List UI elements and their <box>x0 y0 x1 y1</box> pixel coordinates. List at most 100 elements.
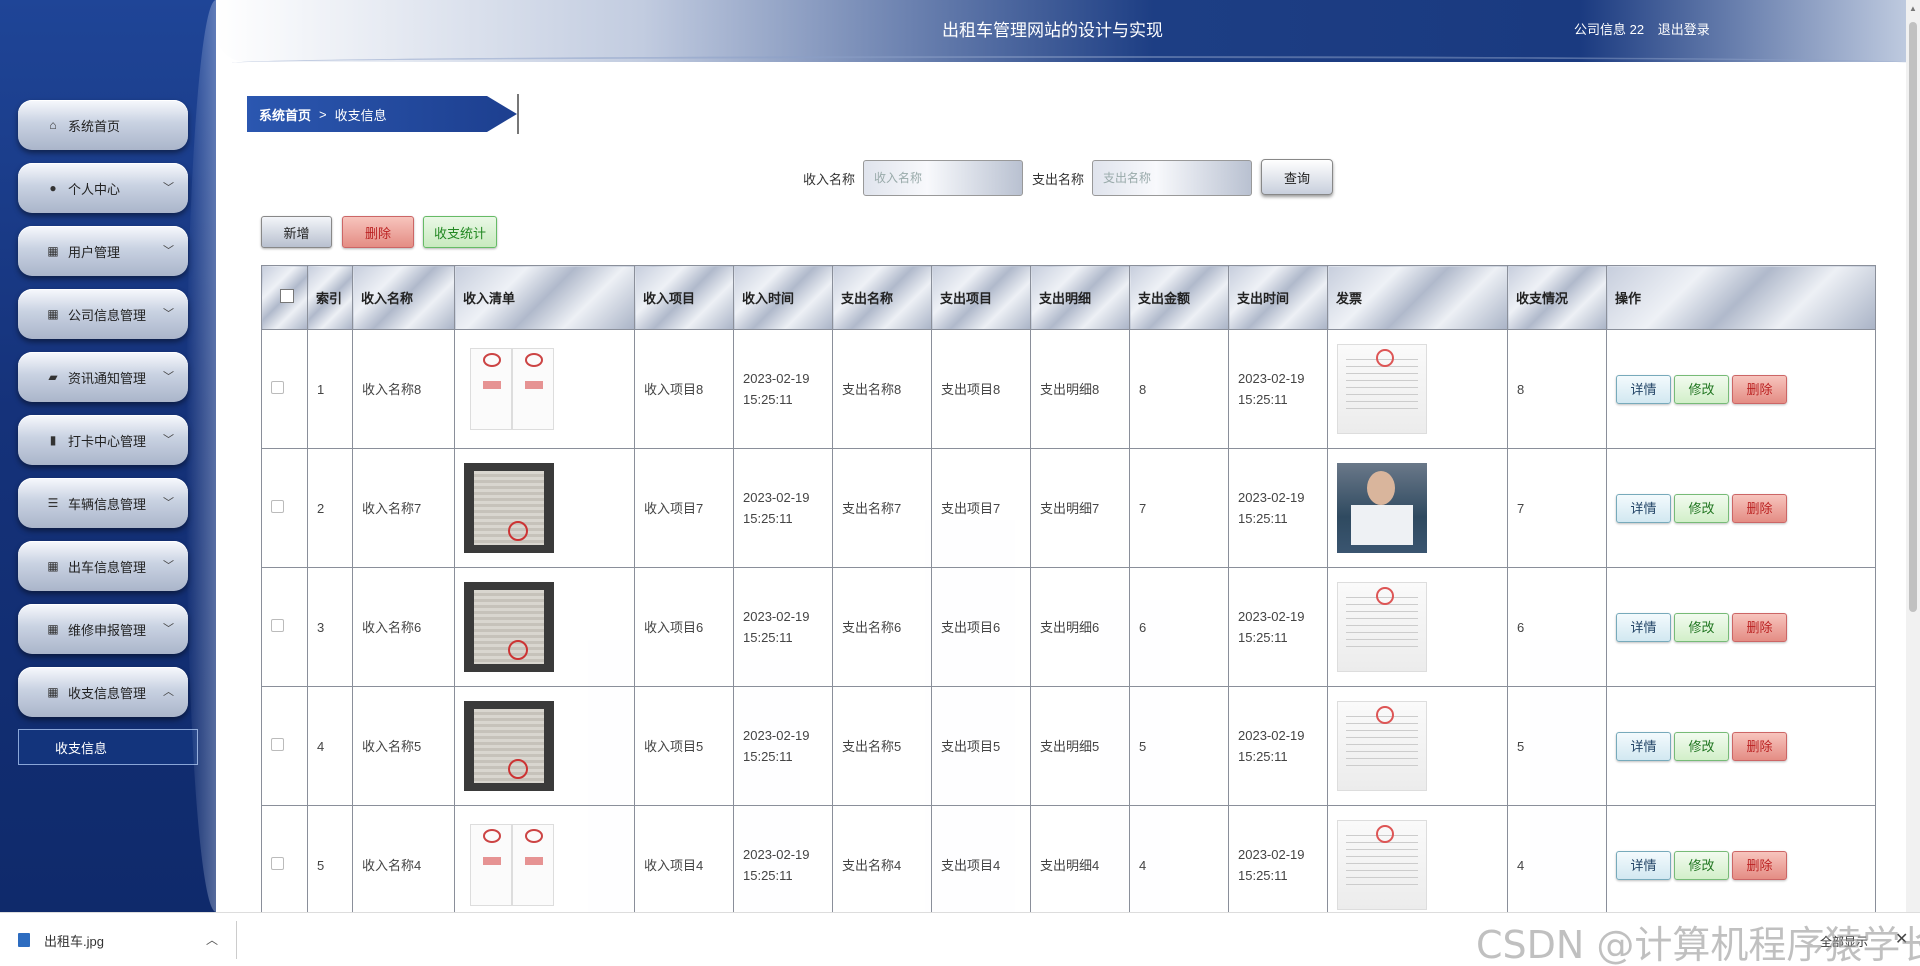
invoice-cell <box>1327 805 1508 913</box>
edit-button[interactable]: 修改 <box>1674 493 1729 523</box>
row-checkbox[interactable] <box>271 618 284 632</box>
select-all-checkbox[interactable] <box>280 289 294 303</box>
cell-expense-name: 支出名称4 <box>832 805 932 913</box>
cell-expense-time: 2023-02-19 15:25:11 <box>1228 567 1328 687</box>
income-list-cell <box>454 329 635 449</box>
cell-income-item: 收入项目7 <box>634 448 734 568</box>
expense-name-input[interactable] <box>1092 160 1252 196</box>
delete-button[interactable]: 删除 <box>1732 612 1787 642</box>
watermark: CSDN @计算机程序猿学长 <box>1476 923 1920 966</box>
sidebar-item-label: 收支信息管理 <box>68 685 147 701</box>
cell-income-time: 2023-02-19 15:25:11 <box>733 567 833 687</box>
sidebar-item-6[interactable]: ☰ 车辆信息管理 ﹀ <box>18 478 188 528</box>
invoice-cell <box>1327 329 1508 449</box>
vertical-scrollbar[interactable]: ▲ <box>1906 0 1920 912</box>
download-item[interactable]: 出租车.jpg <box>18 927 104 953</box>
row-checkbox[interactable] <box>271 737 284 751</box>
column-header: 支出项目 <box>931 265 1031 330</box>
cell-income-item: 收入项目6 <box>634 567 734 687</box>
cell-income-time: 2023-02-19 15:25:11 <box>733 448 833 568</box>
cell-expense-detail: 支出明细5 <box>1030 686 1130 806</box>
delete-button[interactable]: 删除 <box>1732 374 1787 404</box>
income-list-cell <box>454 448 635 568</box>
income-name-input[interactable] <box>863 160 1023 196</box>
edit-button[interactable]: 修改 <box>1674 612 1729 642</box>
receipt-image[interactable] <box>464 701 554 791</box>
chevron-up-icon[interactable]: ︿ <box>206 931 218 948</box>
batch-delete-button[interactable]: 删除 <box>342 216 414 248</box>
table-header-row: 索引 收入名称 收入清单 收入项目 收入时间 支出名称 支出项目 支出明细 支出金额 支出时间 发票… <box>261 265 1876 330</box>
scroll-up-arrow-icon[interactable]: ▲ <box>1909 4 1917 13</box>
grid-icon: ▦ <box>47 559 59 573</box>
detail-button[interactable]: 详情 <box>1616 374 1671 404</box>
invoice-photo-image[interactable] <box>1337 463 1427 553</box>
header-wave-line <box>232 56 1912 70</box>
sidebar-item-9[interactable]: ▦ 收支信息管理 ︿ <box>18 667 188 717</box>
column-header: 支出明细 <box>1030 265 1130 330</box>
submenu-item-income-expense[interactable]: 收支信息 <box>18 729 198 765</box>
chevron-down-icon: ﹀ <box>163 623 174 635</box>
row-checkbox[interactable] <box>271 499 284 513</box>
cell-expense-amount: 6 <box>1129 567 1229 687</box>
chevron-up-icon: ︿ <box>163 686 174 698</box>
cell-income-time: 2023-02-19 15:25:11 <box>733 805 833 913</box>
column-header: 收入项目 <box>634 265 734 330</box>
invoice-cell <box>1327 448 1508 568</box>
cell-income-name: 收入名称8 <box>352 329 455 449</box>
chevron-down-icon: ﹀ <box>163 182 174 194</box>
sidebar-item-8[interactable]: ▦ 维修申报管理 ﹀ <box>18 604 188 654</box>
row-select-cell <box>261 805 308 913</box>
receipt-image[interactable] <box>464 463 554 553</box>
sidebar-item-label: 公司信息管理 <box>68 307 147 323</box>
cell-income-name: 收入名称7 <box>352 448 455 568</box>
cell-expense-item: 支出项目7 <box>931 448 1031 568</box>
add-button[interactable]: 新增 <box>261 216 332 248</box>
receipt-image[interactable] <box>464 820 560 910</box>
sidebar-item-label: 维修申报管理 <box>68 622 147 638</box>
logout-link[interactable]: 退出登录 <box>1658 22 1710 37</box>
sidebar-item-label: 用户管理 <box>68 244 121 260</box>
delete-button[interactable]: 删除 <box>1732 731 1787 761</box>
breadcrumb-current: 收支信息 <box>334 107 387 123</box>
income-list-cell <box>454 686 635 806</box>
grid-icon: ▦ <box>47 307 59 321</box>
query-button[interactable]: 查询 <box>1261 159 1333 195</box>
sidebar-item-0[interactable]: ⌂ 系统首页 <box>18 100 188 150</box>
invoice-image[interactable] <box>1337 701 1427 791</box>
row-checkbox[interactable] <box>271 380 284 394</box>
cell-expense-time: 2023-02-19 15:25:11 <box>1228 805 1328 913</box>
receipt-image[interactable] <box>464 344 560 434</box>
sidebar-item-label: 车辆信息管理 <box>68 496 147 512</box>
cell-expense-time: 2023-02-19 15:25:11 <box>1228 448 1328 568</box>
stats-button[interactable]: 收支统计 <box>423 216 497 248</box>
scrollbar-thumb[interactable] <box>1909 22 1917 612</box>
edit-button[interactable]: 修改 <box>1674 850 1729 880</box>
sidebar-item-4[interactable]: ▰ 资讯通知管理 ﹀ <box>18 352 188 402</box>
invoice-image[interactable] <box>1337 344 1427 434</box>
detail-button[interactable]: 详情 <box>1616 612 1671 642</box>
sidebar-item-3[interactable]: ▦ 公司信息管理 ﹀ <box>18 289 188 339</box>
detail-button[interactable]: 详情 <box>1616 731 1671 761</box>
breadcrumb-separator: > <box>319 106 327 122</box>
breadcrumb-divider <box>517 94 519 134</box>
row-checkbox[interactable] <box>271 856 284 870</box>
sidebar-item-2[interactable]: ▦ 用户管理 ﹀ <box>18 226 188 276</box>
receipt-image[interactable] <box>464 582 554 672</box>
grid-icon: ▦ <box>47 685 59 699</box>
detail-button[interactable]: 详情 <box>1616 850 1671 880</box>
edit-button[interactable]: 修改 <box>1674 374 1729 404</box>
edit-button[interactable]: 修改 <box>1674 731 1729 761</box>
invoice-image[interactable] <box>1337 582 1427 672</box>
delete-button[interactable]: 删除 <box>1732 493 1787 523</box>
sidebar-item-1[interactable]: ● 个人中心 ﹀ <box>18 163 188 213</box>
sidebar-item-5[interactable]: ▮ 打卡中心管理 ﹀ <box>18 415 188 465</box>
operations-cell: 详情 修改 删除 <box>1606 567 1876 687</box>
cell-income-name: 收入名称5 <box>352 686 455 806</box>
sidebar-item-7[interactable]: ▦ 出车信息管理 ﹀ <box>18 541 188 591</box>
breadcrumb-home[interactable]: 系统首页 <box>259 105 311 124</box>
income-name-label: 收入名称 <box>803 172 856 187</box>
delete-button[interactable]: 删除 <box>1732 850 1787 880</box>
invoice-image[interactable] <box>1337 820 1427 910</box>
detail-button[interactable]: 详情 <box>1616 493 1671 523</box>
site-title: 出租车管理网站的设计与实现 <box>942 21 1163 40</box>
